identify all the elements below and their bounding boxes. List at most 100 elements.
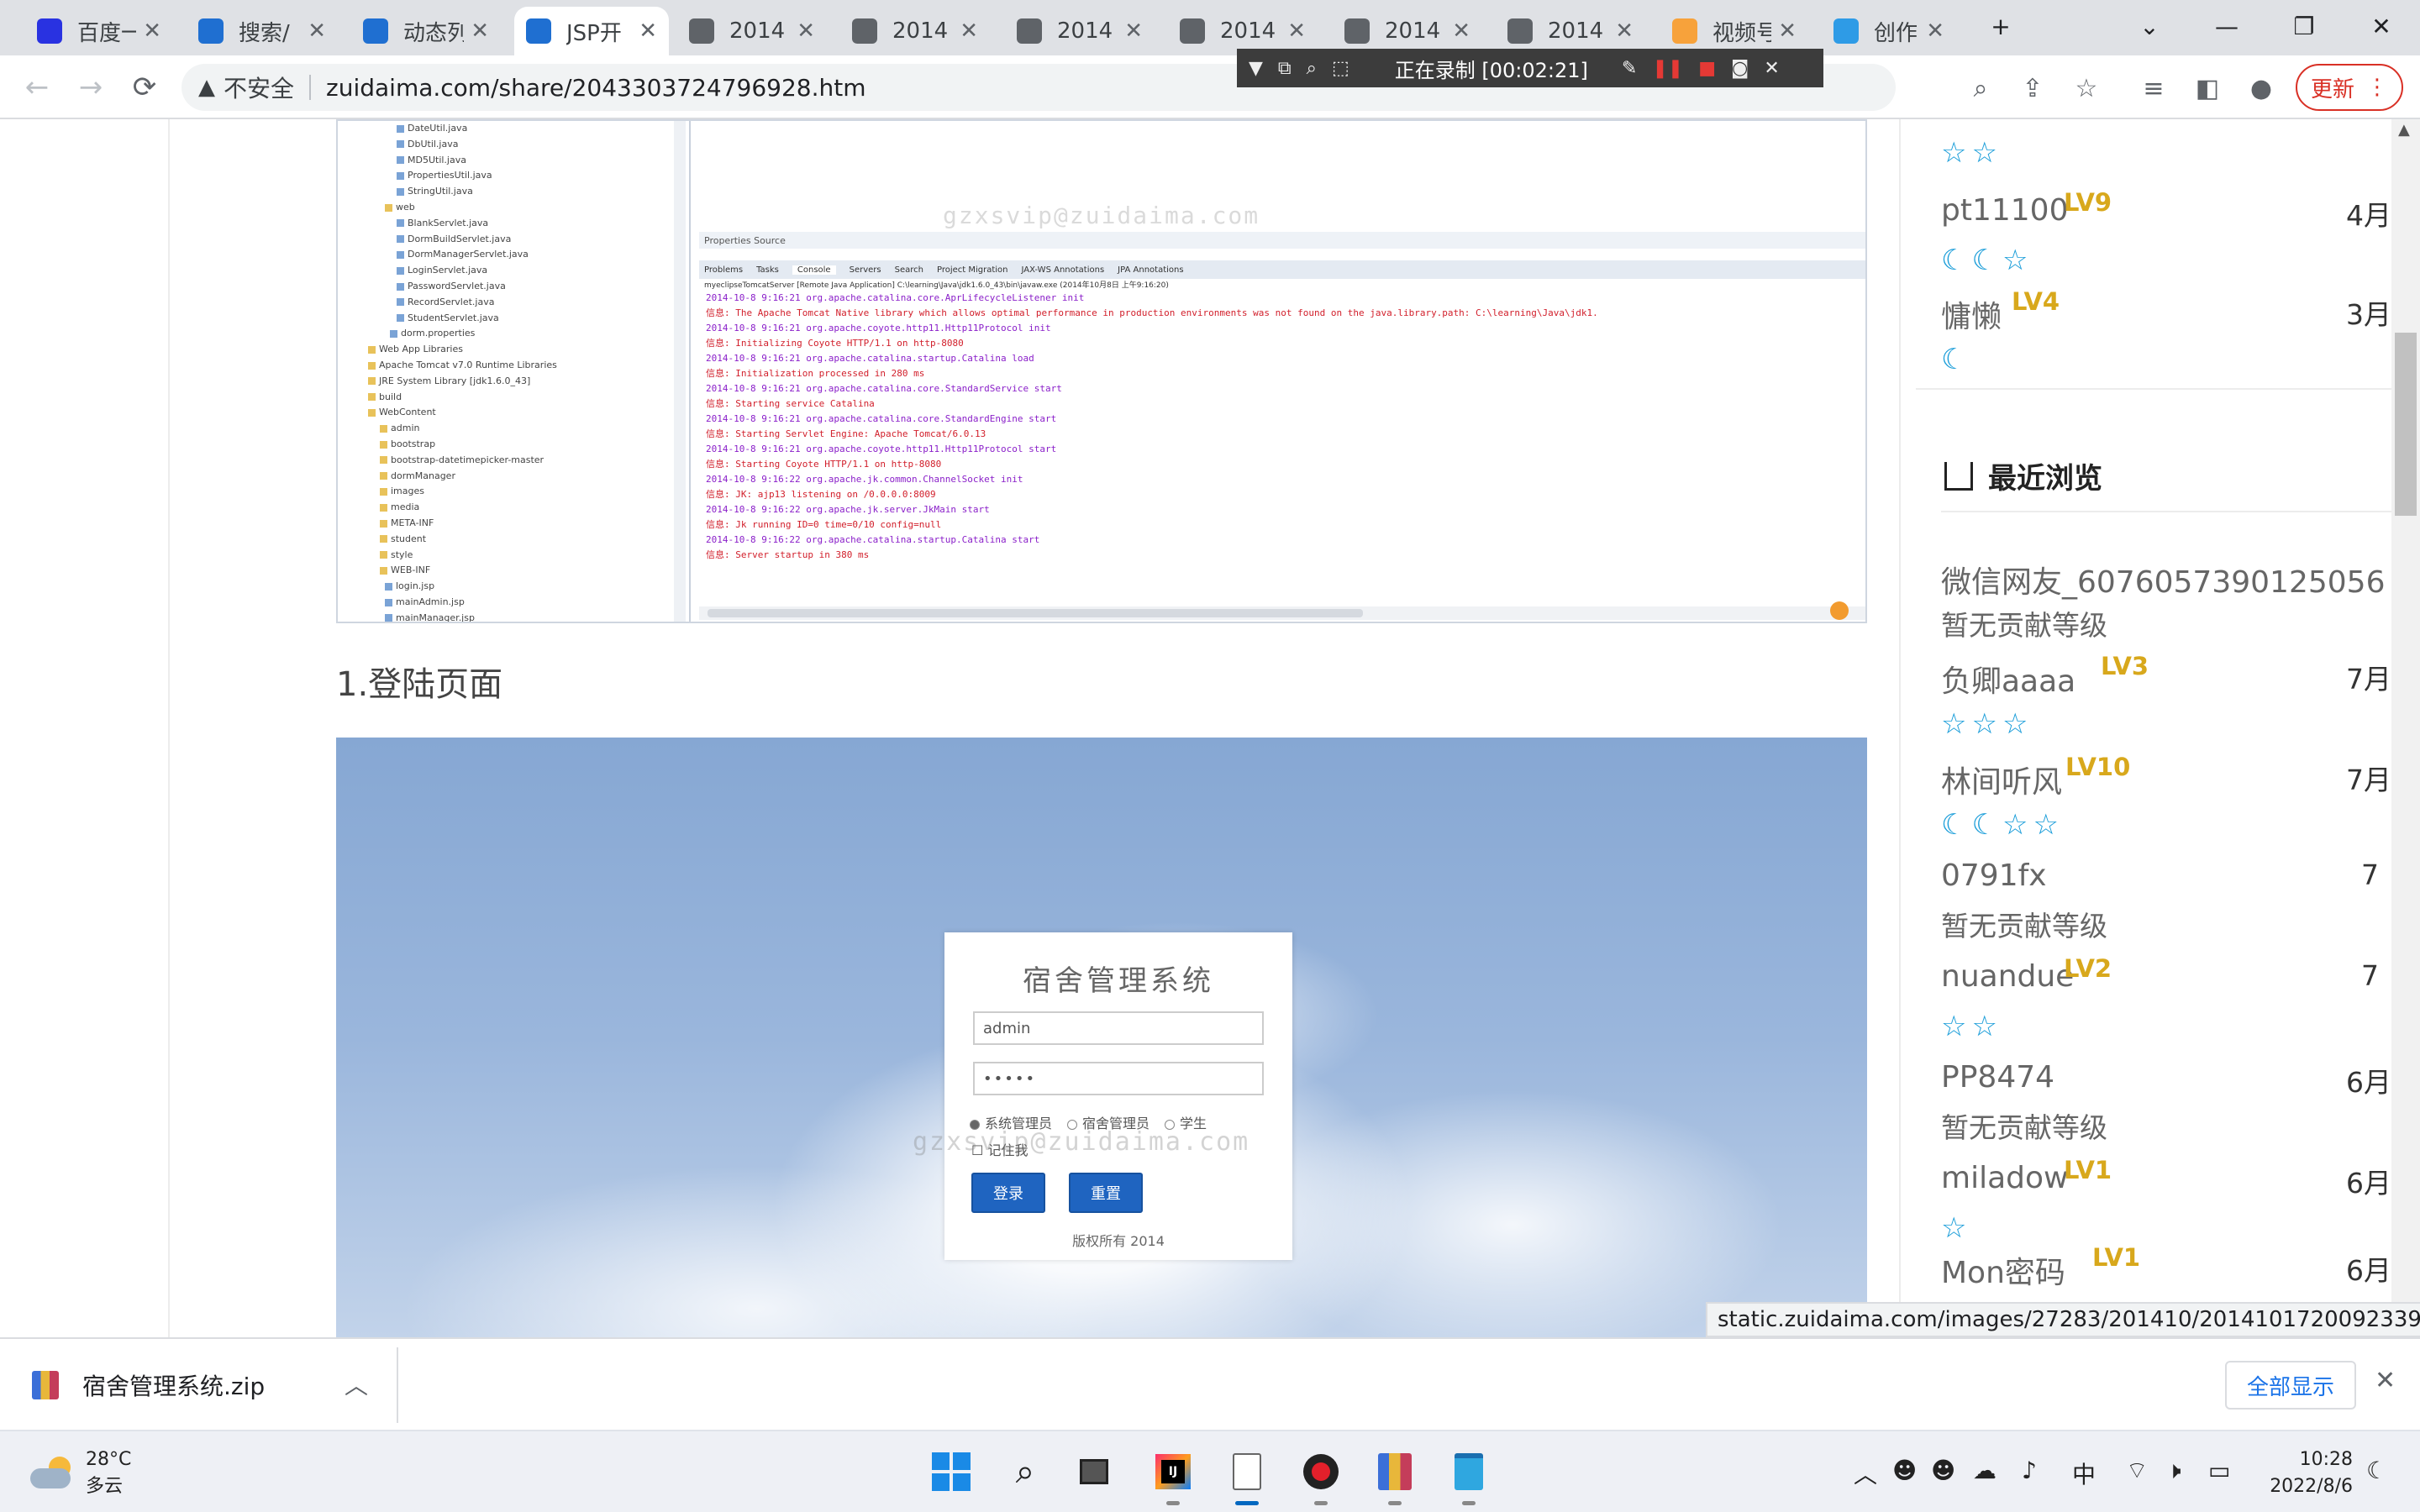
file-icon: [380, 566, 387, 575]
qq-penguin-icon[interactable]: ☻: [1931, 1457, 1955, 1484]
region-icon[interactable]: ⬚: [1332, 58, 1349, 79]
chevron-up-icon[interactable]: ︿: [1854, 1457, 1877, 1490]
pen-icon[interactable]: ✎: [1622, 58, 1637, 79]
share-icon[interactable]: ⇪: [2013, 69, 2052, 108]
tab-search-icon[interactable]: ⌄: [2111, 0, 2188, 52]
tab-7[interactable]: 2014 ✕: [1005, 7, 1155, 55]
user-name[interactable]: 负卿aaaa: [1941, 657, 2075, 701]
close-tab-icon[interactable]: ✕: [1778, 18, 1797, 44]
ide-screenshot: DateUtil.java DbUtil.java MD5Util.java Prop…: [336, 119, 1867, 623]
scrollbar-thumb[interactable]: [2395, 333, 2417, 516]
reading-list-icon[interactable]: ≡: [2134, 69, 2173, 108]
system-clock[interactable]: 10:28 2022/8/6: [2252, 1446, 2353, 1500]
new-tab-button[interactable]: +: [1966, 0, 2035, 52]
close-tab-icon[interactable]: ✕: [1615, 18, 1634, 44]
tab-6[interactable]: 2014 ✕: [840, 7, 990, 55]
show-all-button[interactable]: 全部显示: [2225, 1361, 2356, 1410]
username-field[interactable]: admin: [973, 1011, 1264, 1045]
camera-icon[interactable]: ◙: [1731, 58, 1749, 79]
close-tab-icon[interactable]: ✕: [308, 18, 326, 44]
close-icon[interactable]: ✕: [2375, 1366, 2396, 1395]
page-scrollbar[interactable]: ▲: [2391, 119, 2420, 1337]
notification-icon[interactable]: ☾: [2366, 1457, 2387, 1484]
microphone-icon[interactable]: ♪: [2022, 1457, 2037, 1484]
close-tab-icon[interactable]: ✕: [1926, 18, 1944, 44]
close-tab-icon[interactable]: ✕: [960, 18, 978, 44]
console-line: 2014-10-8 9:16:22 org.apache.jk.server.J…: [706, 504, 990, 515]
tab-5[interactable]: 2014 ✕: [677, 7, 827, 55]
close-tab-icon[interactable]: ✕: [143, 18, 161, 44]
login-button[interactable]: 登录: [971, 1173, 1045, 1213]
bookmark-star-icon[interactable]: ☆: [2067, 69, 2106, 108]
user-name[interactable]: 林间听风: [1941, 758, 2062, 801]
stop-icon[interactable]: ■: [1698, 58, 1716, 79]
close-tab-icon[interactable]: ✕: [1452, 18, 1470, 44]
console-tab: Project Migration: [936, 265, 1008, 275]
search-icon[interactable]: ⌕: [1000, 1446, 1050, 1497]
copyright-footer: 版权所有 2014: [1072, 1233, 1165, 1249]
notepad-icon[interactable]: [1444, 1446, 1494, 1505]
user-name[interactable]: miladow: [1941, 1161, 2068, 1195]
qq-penguin-icon[interactable]: ☻: [1892, 1457, 1917, 1484]
badge-stars: ☆☆: [1941, 1010, 2002, 1043]
close-tab-icon[interactable]: ✕: [1124, 18, 1143, 44]
more-menu-icon[interactable]: ⋮: [2366, 75, 2388, 100]
tab-1[interactable]: 百度一 ✕: [25, 7, 173, 55]
password-field[interactable]: •••••: [973, 1062, 1264, 1095]
tree-node: StudentServlet.java: [397, 312, 499, 323]
zoom-icon[interactable]: ⌕: [1961, 69, 2000, 108]
chevron-up-icon[interactable]: ︿: [345, 1368, 368, 1401]
close-icon[interactable]: ✕: [1764, 58, 1779, 79]
start-button[interactable]: [926, 1446, 976, 1497]
side-panel-icon[interactable]: ◧: [2188, 69, 2227, 108]
user-name[interactable]: PP8474: [1941, 1060, 2054, 1095]
close-tab-icon[interactable]: ✕: [471, 18, 489, 44]
tab-4[interactable]: JSP开 ✕: [514, 7, 669, 55]
user-name[interactable]: 0791fx: [1941, 858, 2047, 893]
pause-icon[interactable]: ❚❚: [1652, 58, 1683, 79]
console-tabs: Problems Tasks Console Servers Search Project…: [699, 260, 1865, 279]
user-name[interactable]: 慵懒: [1941, 292, 2002, 336]
battery-icon[interactable]: ▭: [2208, 1457, 2230, 1484]
intellij-idea-icon[interactable]: IJ: [1148, 1446, 1198, 1505]
volume-muted-icon[interactable]: 🕨: [2166, 1457, 2181, 1485]
file-document-icon[interactable]: [1222, 1446, 1272, 1505]
onedrive-cloud-icon[interactable]: ☁: [1973, 1457, 1996, 1484]
magnifier-icon[interactable]: ⌕: [1307, 58, 1317, 79]
minimize-icon[interactable]: —: [2188, 0, 2265, 52]
tree-node: login.jsp: [385, 580, 434, 591]
tab-3[interactable]: 动态列 ✕: [351, 7, 501, 55]
close-tab-icon[interactable]: ✕: [797, 18, 815, 44]
restore-icon[interactable]: ❐: [2265, 0, 2343, 52]
user-name[interactable]: 微信网友_6076057390125056: [1941, 558, 2385, 601]
close-tab-icon[interactable]: ✕: [1287, 18, 1306, 44]
back-icon[interactable]: ←: [17, 67, 57, 108]
task-view-icon[interactable]: [1069, 1446, 1119, 1497]
update-button[interactable]: 更新 ⋮: [2296, 64, 2403, 111]
download-item[interactable]: 宿舍管理系统.zip: [32, 1364, 265, 1406]
record-app-icon[interactable]: [1296, 1446, 1346, 1505]
user-name[interactable]: nuandue: [1941, 959, 2074, 994]
dropdown-icon[interactable]: ▼: [1249, 58, 1263, 79]
tab-title: 搜索/: [239, 20, 290, 46]
tab-2[interactable]: 搜索/ ✕: [187, 7, 338, 55]
profile-avatar-icon[interactable]: ●: [2242, 69, 2281, 108]
file-icon: [397, 250, 404, 259]
archive-app-icon[interactable]: [1370, 1446, 1420, 1505]
url-text[interactable]: zuidaima.com/share/2043303724796928.htm: [326, 74, 865, 102]
tab-12[interactable]: 创作中 ✕: [1822, 7, 1956, 55]
scroll-up-icon[interactable]: ▲: [2398, 121, 2410, 139]
page-content: DateUtil.java DbUtil.java MD5Util.java Prop…: [0, 119, 2420, 1337]
weather-widget[interactable]: 28°C 多云: [30, 1446, 131, 1500]
ime-indicator[interactable]: 中: [2072, 1457, 2096, 1490]
window-icon[interactable]: ⧉: [1278, 58, 1292, 79]
user-name[interactable]: Mon密码: [1941, 1248, 2065, 1292]
close-window-icon[interactable]: ✕: [2343, 0, 2420, 52]
level-badge: LV1: [2064, 1156, 2112, 1184]
user-name[interactable]: pt11100: [1941, 193, 2069, 228]
forward-icon[interactable]: →: [71, 67, 111, 108]
wifi-icon[interactable]: ⌔: [2126, 1457, 2148, 1486]
reset-button[interactable]: 重置: [1069, 1173, 1143, 1213]
reload-icon[interactable]: ⟳: [124, 67, 165, 108]
close-tab-icon[interactable]: ✕: [639, 18, 657, 44]
